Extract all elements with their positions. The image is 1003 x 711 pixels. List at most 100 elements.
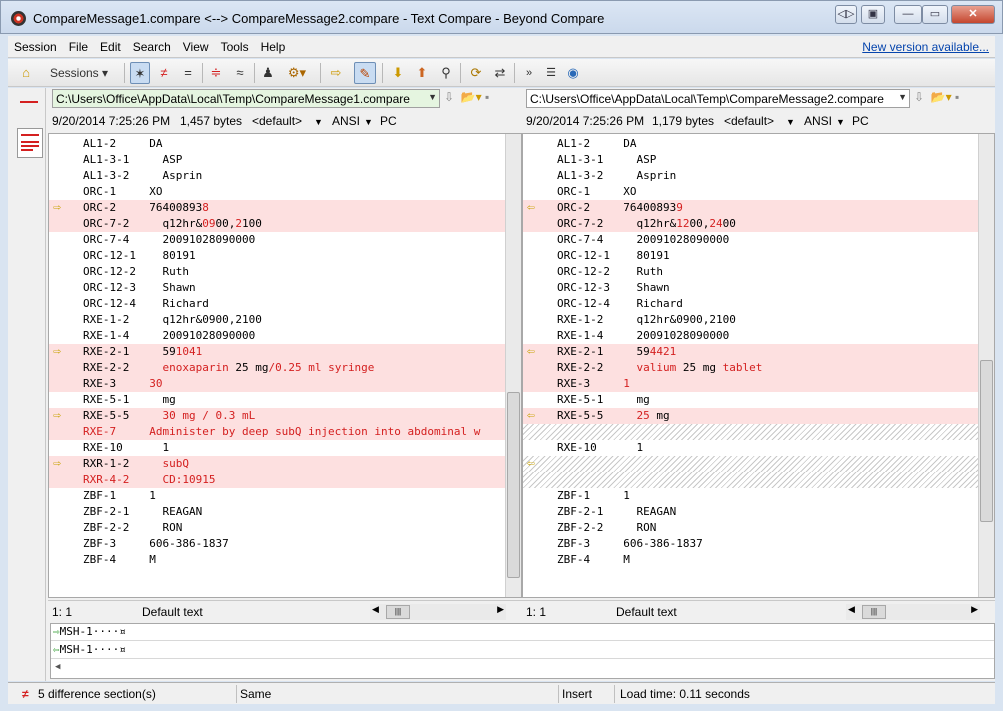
- restore-layout-icon[interactable]: ▣: [861, 5, 885, 24]
- text-line[interactable]: AL1-3-2 Asprin: [49, 168, 521, 184]
- text-line[interactable]: ORC-12-1 80191: [523, 248, 994, 264]
- text-line[interactable]: ORC-12-2 Ruth: [49, 264, 521, 280]
- show-differences-icon[interactable]: ≠: [154, 62, 174, 84]
- missing-line[interactable]: [523, 424, 994, 440]
- copy-to-left-icon[interactable]: ⇦: [527, 201, 541, 214]
- text-line[interactable]: RXR-4-2 CD:10915: [49, 472, 521, 488]
- copy-to-right-icon[interactable]: ⇨: [53, 345, 67, 358]
- text-line[interactable]: ZBF-4 M: [523, 552, 994, 568]
- text-line[interactable]: ⇨ RXR-1-2 subQ: [49, 456, 521, 472]
- text-line[interactable]: ORC-12-1 80191: [49, 248, 521, 264]
- line-details-pane[interactable]: ⇨MSH-1····¤ ⇦MSH-1····¤ ◀: [50, 623, 995, 679]
- text-line[interactable]: ORC-12-4 Richard: [523, 296, 994, 312]
- left-vertical-scrollbar[interactable]: [505, 134, 521, 597]
- text-line[interactable]: RXE-1-2 q12hr&0900,2100: [523, 312, 994, 328]
- menu-session[interactable]: Session: [8, 36, 63, 54]
- text-line[interactable]: ORC-12-2 Ruth: [523, 264, 994, 280]
- new-version-link[interactable]: New version available...: [862, 40, 989, 54]
- left-hscroll-thumb[interactable]: |||: [386, 605, 410, 619]
- reload-icon[interactable]: ⟳: [466, 62, 486, 84]
- text-line[interactable]: ZBF-2-1 REAGAN: [49, 504, 521, 520]
- find-icon[interactable]: ⚲: [436, 62, 456, 84]
- web-icon[interactable]: ◉: [564, 62, 582, 84]
- close-button[interactable]: ✕: [951, 5, 995, 24]
- swap-icon[interactable]: ⇄: [490, 62, 510, 84]
- text-line[interactable]: ZBF-4 M: [49, 552, 521, 568]
- menu-edit[interactable]: Edit: [94, 36, 127, 54]
- copy-to-right-icon[interactable]: ⇨: [53, 457, 67, 470]
- text-line[interactable]: ⇦ ORC-2 764008939: [523, 200, 994, 216]
- text-line[interactable]: ⇦ RXE-2-1 594421: [523, 344, 994, 360]
- text-line[interactable]: RXE-3 30: [49, 376, 521, 392]
- text-line[interactable]: RXE-7 Administer by deep subQ injection …: [49, 424, 521, 440]
- minimize-button[interactable]: —: [894, 5, 922, 24]
- text-line[interactable]: ⇦ RXE-5-5 25 mg: [523, 408, 994, 424]
- text-line[interactable]: ⇨ ORC-2 764008938: [49, 200, 521, 216]
- text-line[interactable]: AL1-3-2 Asprin: [523, 168, 994, 184]
- right-text-area[interactable]: AL1-2 DA AL1-3-1 ASP AL1-3-2 Asprin ORC-1 X…: [522, 133, 995, 598]
- path-dropdown-icon[interactable]: ▼: [898, 92, 907, 102]
- left-encoding[interactable]: ANSI: [332, 114, 360, 128]
- text-line[interactable]: RXE-5-1 mg: [523, 392, 994, 408]
- text-line[interactable]: ⇨ RXE-2-1 591041: [49, 344, 521, 360]
- text-line[interactable]: RXE-10 1: [523, 440, 994, 456]
- copy-to-right-icon[interactable]: ⇨: [53, 409, 67, 422]
- back-icon[interactable]: ◁▷: [835, 5, 857, 24]
- text-line[interactable]: ORC-7-2 q12hr&1200,2400: [523, 216, 994, 232]
- maximize-button[interactable]: ▭: [922, 5, 948, 24]
- left-line-ending[interactable]: PC: [380, 114, 397, 128]
- text-line[interactable]: RXE-10 1: [49, 440, 521, 456]
- context-icon[interactable]: ≑: [206, 62, 226, 84]
- copy-to-left-icon[interactable]: ⇦: [527, 409, 541, 422]
- copy-to-right-icon[interactable]: ⇨: [53, 201, 67, 214]
- text-line[interactable]: AL1-3-1 ASP: [49, 152, 521, 168]
- thumbnail-view[interactable]: [17, 128, 43, 158]
- menu-help[interactable]: Help: [255, 36, 292, 54]
- text-line[interactable]: RXE-3 1: [523, 376, 994, 392]
- text-line[interactable]: ORC-12-3 Shawn: [49, 280, 521, 296]
- menu-tools[interactable]: Tools: [215, 36, 255, 54]
- copy-to-left-icon[interactable]: ⇦: [527, 345, 541, 358]
- text-line[interactable]: ZBF-1 1: [49, 488, 521, 504]
- show-all-icon[interactable]: ✶: [130, 62, 150, 84]
- lineview-scroll-left-icon[interactable]: ◀: [55, 662, 60, 672]
- text-line[interactable]: ZBF-2-2 RON: [523, 520, 994, 536]
- text-line[interactable]: ORC-7-4 20091028090000: [49, 232, 521, 248]
- text-line[interactable]: ORC-1 XO: [523, 184, 994, 200]
- text-line[interactable]: ORC-7-2 q12hr&0900,2100: [49, 216, 521, 232]
- menu-search[interactable]: Search: [127, 36, 177, 54]
- right-horizontal-scrollbar[interactable]: ◀ ||| ▶: [846, 604, 980, 620]
- text-line[interactable]: ORC-12-4 Richard: [49, 296, 521, 312]
- next-difference-icon[interactable]: ⬇: [388, 62, 408, 84]
- format-icon[interactable]: ⚙▾: [282, 62, 312, 84]
- swap-sides-icon[interactable]: ⇨: [326, 62, 346, 84]
- left-format[interactable]: <default>: [252, 114, 302, 128]
- text-line[interactable]: RXE-2-2 enoxaparin 25 mg/0.25 ml syringe: [49, 360, 521, 376]
- left-horizontal-scrollbar[interactable]: ◀ ||| ▶: [370, 604, 506, 620]
- text-line[interactable]: RXE-1-4 20091028090000: [49, 328, 521, 344]
- expand-icon[interactable]: »: [520, 62, 538, 84]
- sessions-button[interactable]: Sessions ▾: [44, 62, 114, 84]
- text-line[interactable]: ZBF-3 606-386-1837: [49, 536, 521, 552]
- edit-icon[interactable]: ✎: [354, 62, 376, 84]
- text-line[interactable]: ZBF-3 606-386-1837: [523, 536, 994, 552]
- text-line[interactable]: AL1-2 DA: [523, 136, 994, 152]
- right-hscroll-thumb[interactable]: |||: [862, 605, 886, 619]
- text-line[interactable]: RXE-5-1 mg: [49, 392, 521, 408]
- show-same-icon[interactable]: =: [178, 62, 198, 84]
- right-line-ending[interactable]: PC: [852, 114, 869, 128]
- text-line[interactable]: RXE-1-4 20091028090000: [523, 328, 994, 344]
- ignore-unimportant-icon[interactable]: ≈: [230, 62, 250, 84]
- missing-line[interactable]: ⇦: [523, 456, 994, 472]
- right-vertical-scrollbar[interactable]: [978, 134, 994, 597]
- text-line[interactable]: ZBF-2-2 RON: [49, 520, 521, 536]
- left-path-field[interactable]: C:\Users\Office\AppData\Local\Temp\Compa…: [52, 89, 440, 108]
- right-path-field[interactable]: C:\Users\Office\AppData\Local\Temp\Compa…: [526, 89, 910, 108]
- text-line[interactable]: ⇨ RXE-5-5 30 mg / 0.3 mL: [49, 408, 521, 424]
- text-line[interactable]: ZBF-2-1 REAGAN: [523, 504, 994, 520]
- left-text-area[interactable]: AL1-2 DA AL1-3-1 ASP AL1-3-2 Asprin ORC-1 X…: [48, 133, 522, 598]
- list-icon[interactable]: ☰: [542, 62, 560, 84]
- right-encoding[interactable]: ANSI: [804, 114, 832, 128]
- text-line[interactable]: RXE-2-2 valium 25 mg tablet: [523, 360, 994, 376]
- copy-to-left-icon[interactable]: ⇦: [527, 457, 541, 470]
